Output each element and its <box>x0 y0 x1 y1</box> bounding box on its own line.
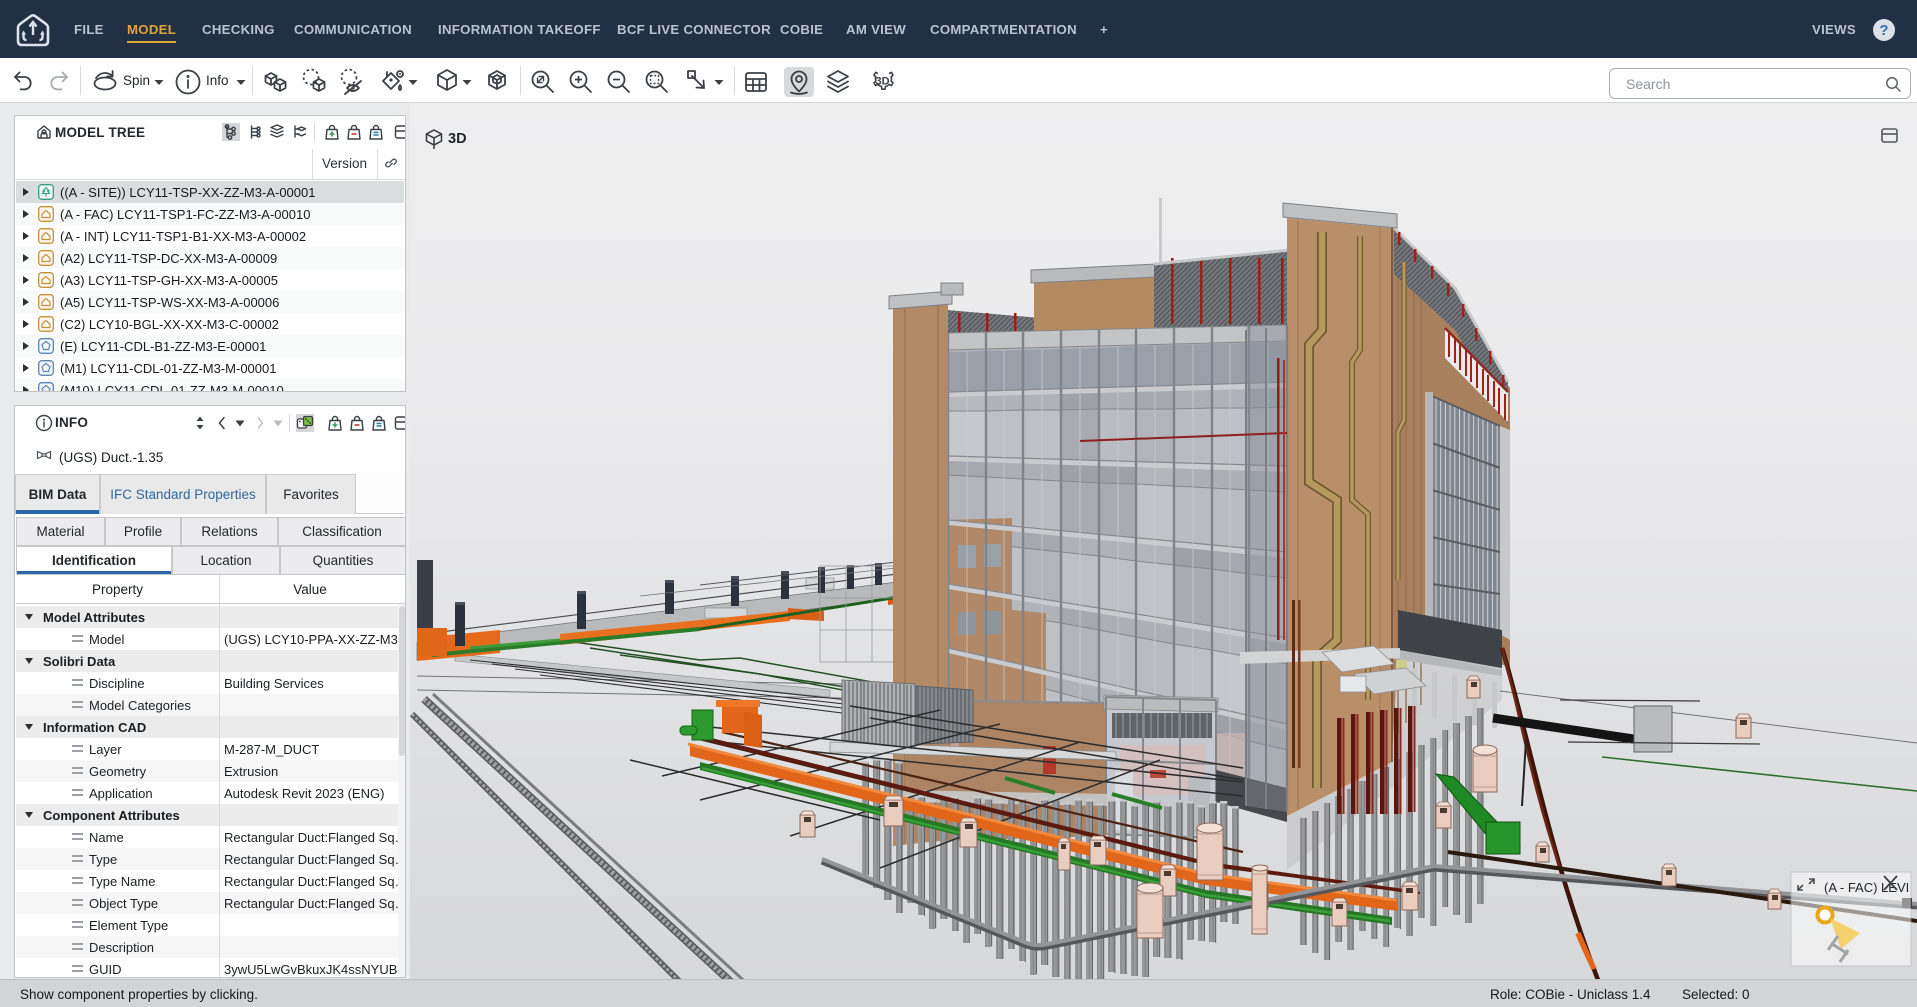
svg-text:3D: 3D <box>448 131 467 147</box>
svg-text:3D: 3D <box>875 76 889 88</box>
svg-text:?: ? <box>1879 22 1888 39</box>
svg-text:(A - FAC) LEVI: (A - FAC) LEVI <box>1824 880 1909 895</box>
